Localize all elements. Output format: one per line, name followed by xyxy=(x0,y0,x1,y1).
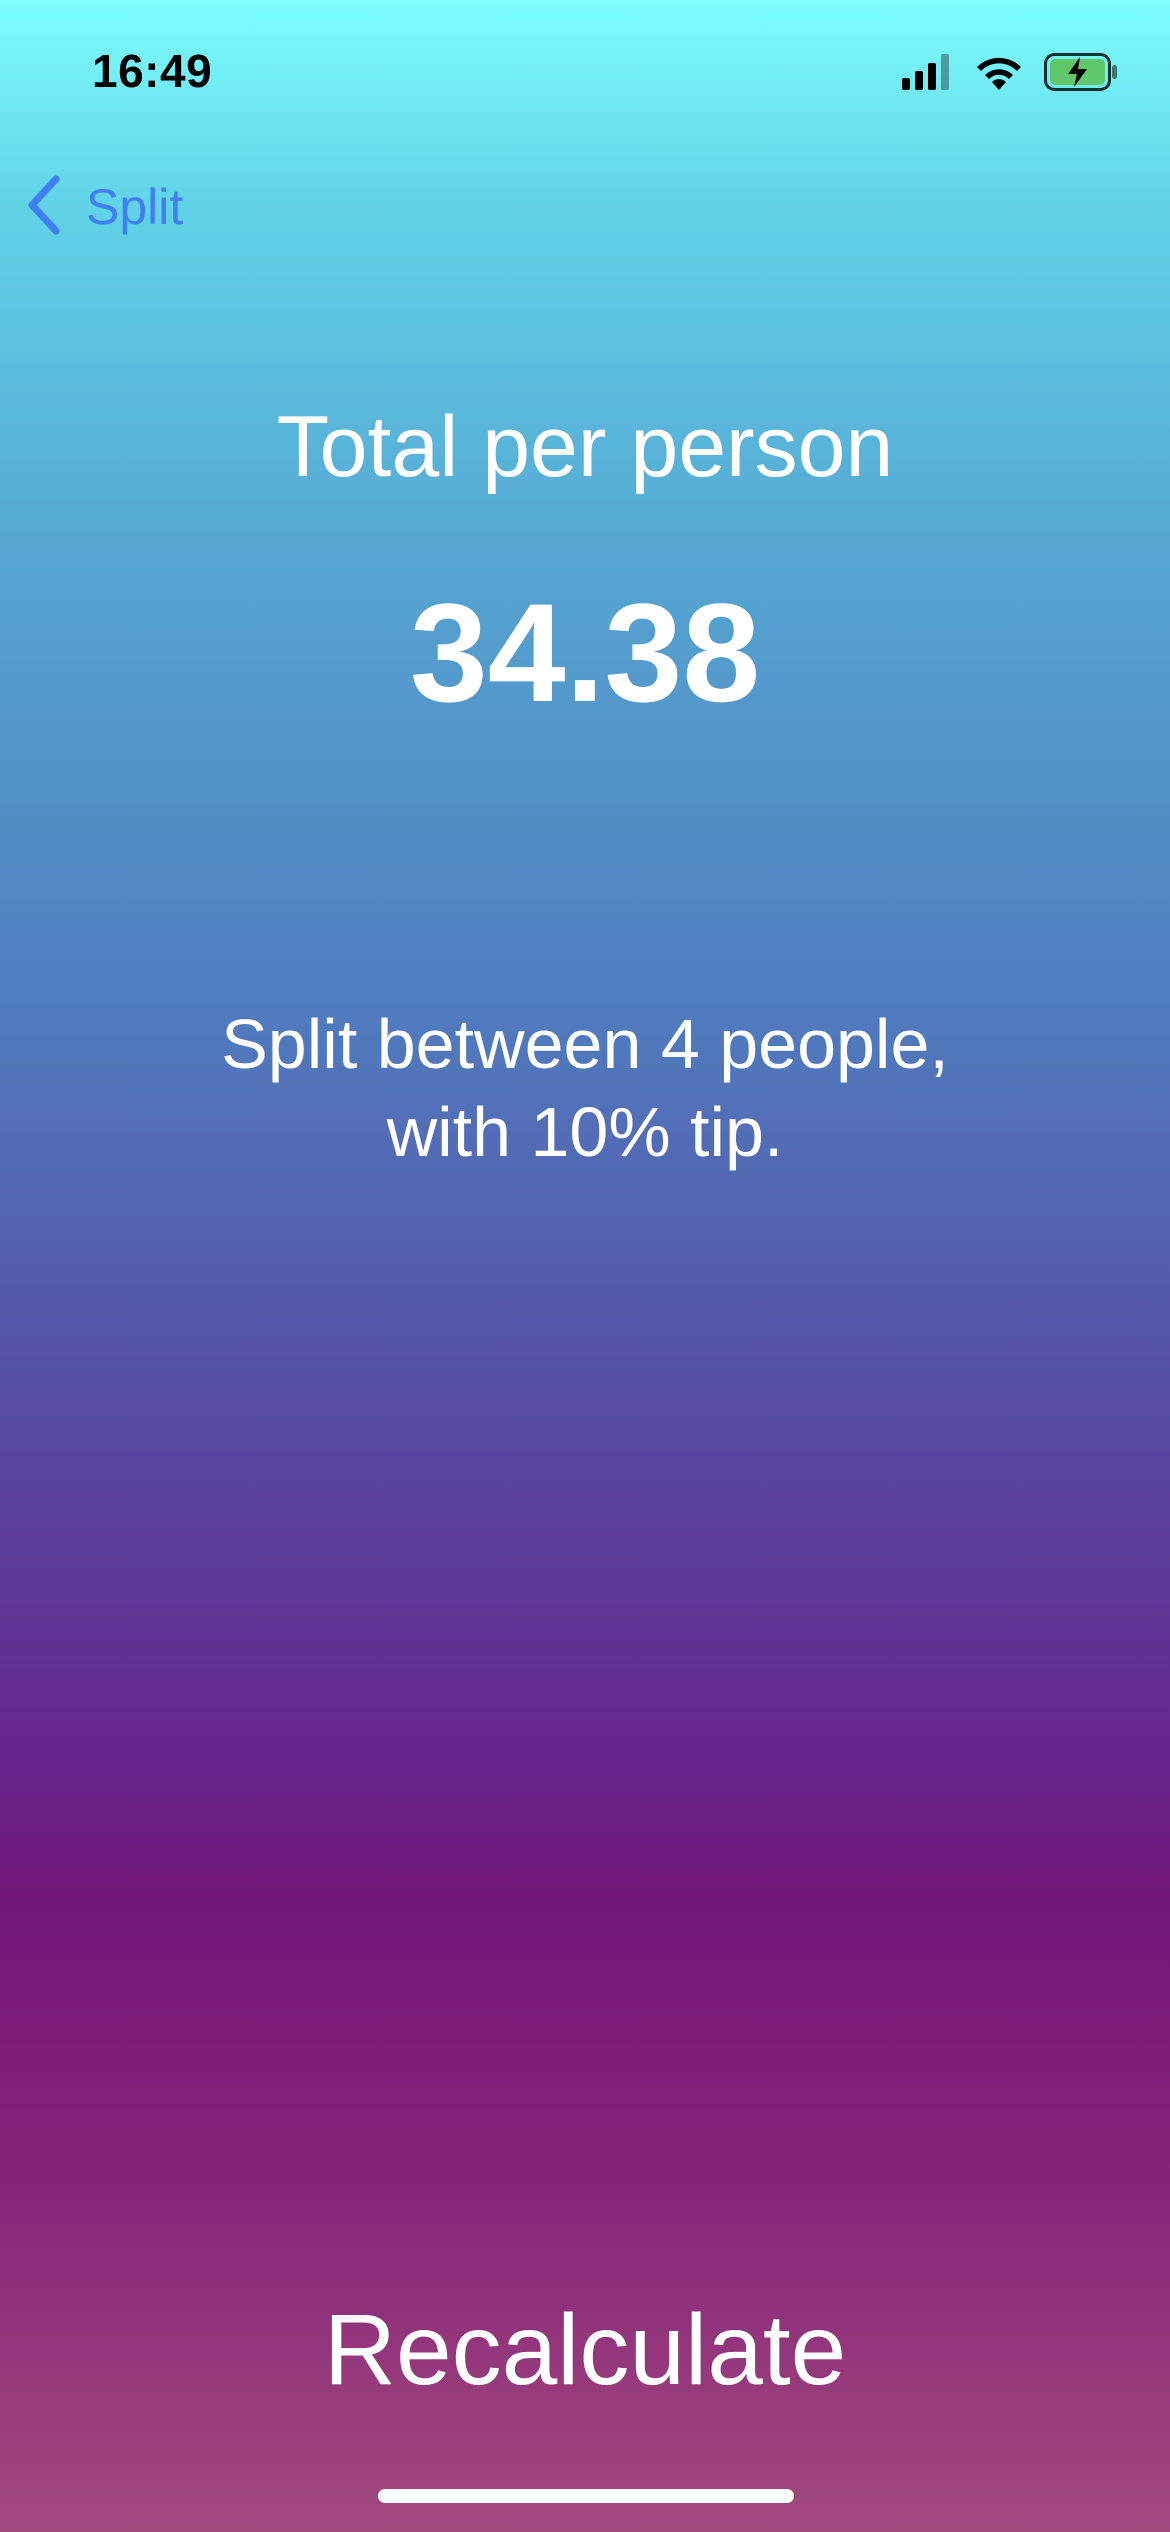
status-bar: 16:49 xyxy=(0,0,1170,150)
split-settings-text: Split between 4 people, with 10% tip. xyxy=(185,1000,985,1176)
cellular-signal-icon xyxy=(902,54,954,90)
home-indicator xyxy=(378,2489,794,2503)
recalculate-button[interactable]: Recalculate xyxy=(185,2270,985,2430)
total-per-person-title: Total per person xyxy=(276,399,894,495)
battery-charging-icon xyxy=(1044,53,1118,91)
split-settings-line-2: with 10% tip. xyxy=(386,1093,784,1171)
back-button[interactable]: Split xyxy=(26,172,183,242)
wifi-icon xyxy=(974,54,1024,90)
status-time: 16:49 xyxy=(92,45,213,97)
split-settings-line-1: Split between 4 people, xyxy=(221,1005,949,1083)
chevron-left-icon xyxy=(26,175,62,240)
status-icons xyxy=(902,52,1118,92)
total-per-person-value: 34.38 xyxy=(409,574,761,731)
back-button-label: Split xyxy=(86,179,184,235)
